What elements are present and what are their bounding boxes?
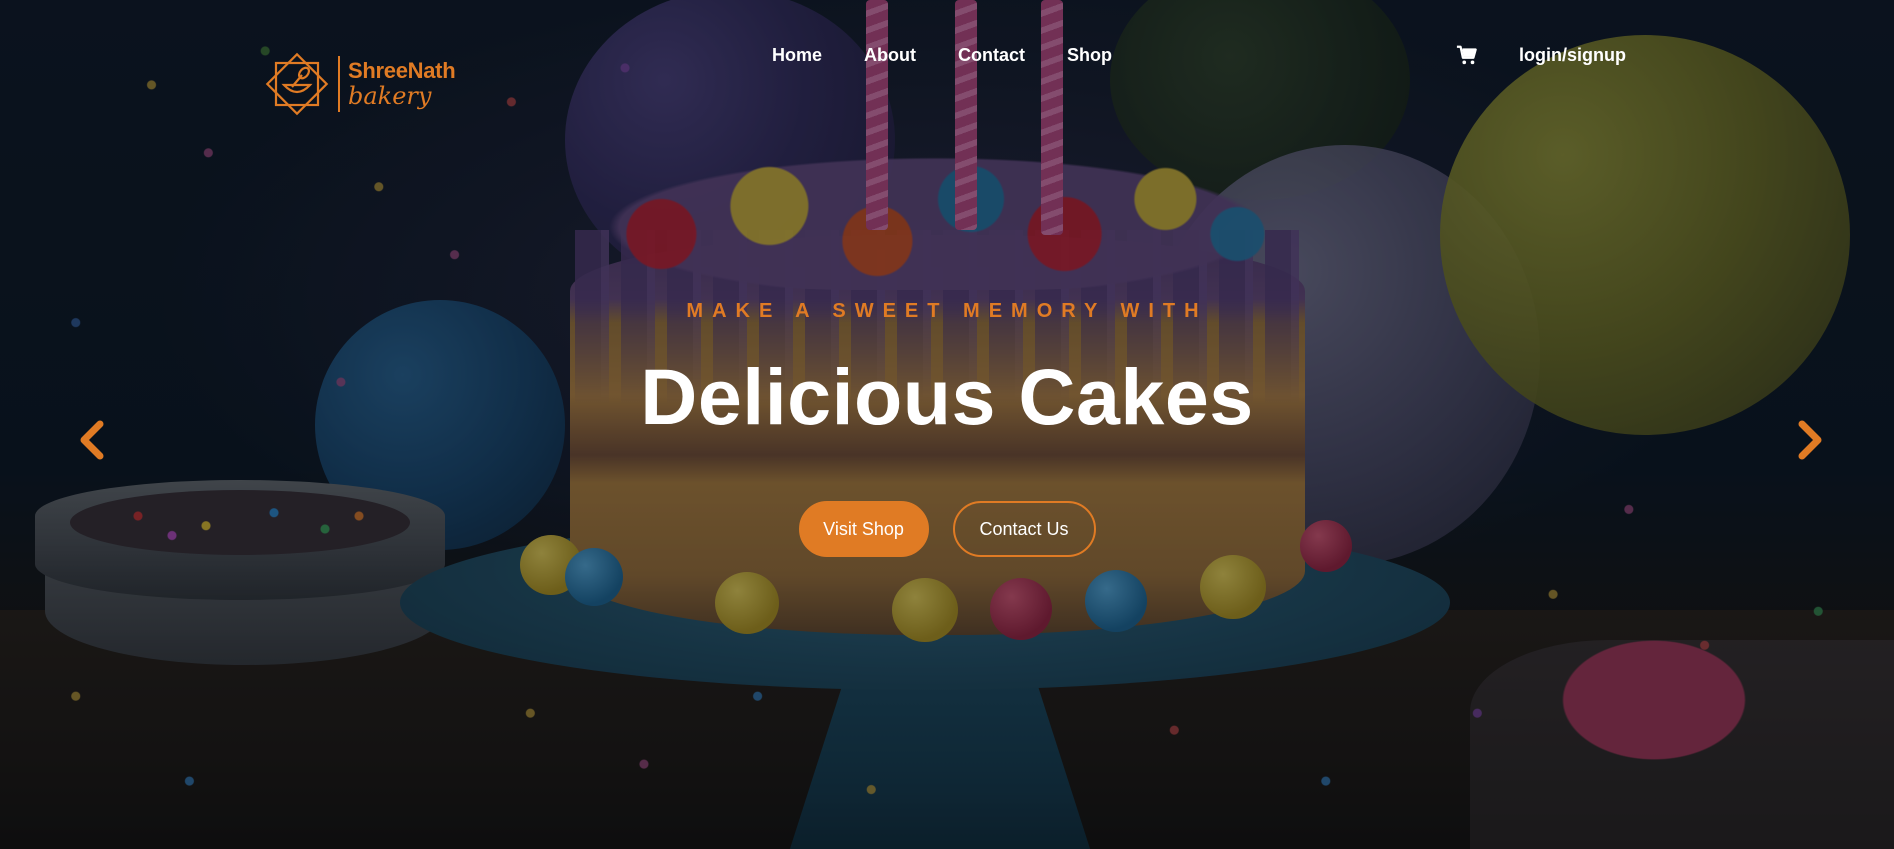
hero-carousel: MAKE A SWEET MEMORY WITH Delicious Cakes…: [0, 0, 1894, 849]
hero-eyebrow: MAKE A SWEET MEMORY WITH: [686, 300, 1208, 322]
chevron-left-icon[interactable]: [72, 418, 112, 462]
contact-us-button[interactable]: Contact Us: [952, 501, 1096, 557]
hero-title: Delicious Cakes: [640, 352, 1254, 441]
chevron-right-icon[interactable]: [1790, 418, 1830, 462]
hero-actions: Visit Shop Contact Us: [0, 501, 1894, 557]
visit-shop-button[interactable]: Visit Shop: [798, 501, 929, 557]
